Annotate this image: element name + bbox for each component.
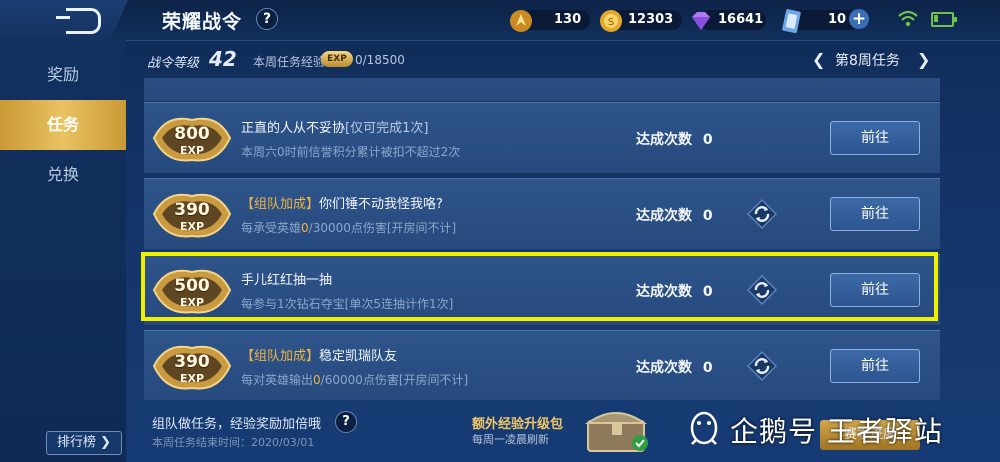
task-end-time: 本周任务结束时间：2020/03/01	[152, 436, 315, 449]
gold-counter: S 12303	[598, 8, 682, 32]
watermark: 企鹅号 王者驿站	[730, 415, 943, 448]
pass-level-value: 42	[209, 47, 237, 71]
treasure-chest-icon[interactable]	[582, 403, 652, 453]
penguin-icon	[690, 411, 718, 445]
page-title: 荣耀战令	[162, 11, 243, 33]
completion-count: 达成次数 0	[636, 205, 713, 225]
count-value: 0	[702, 132, 713, 148]
exp-badge-icon: EXP	[321, 51, 353, 67]
back-arrow-icon	[56, 8, 101, 34]
completion-count: 达成次数 0	[636, 129, 713, 149]
task-description: 每对英雄输出0/60000点伤害[开房间不计]	[241, 371, 468, 388]
task-title: 【组队加成】你们锤不动我怪我咯?	[241, 193, 443, 212]
sidebar: 奖励 任务 兑换	[0, 40, 126, 462]
exp-medal-icon	[152, 193, 232, 238]
go-button[interactable]: 前往	[830, 197, 920, 231]
task-name: 你们锤不动我怪我咯?	[319, 197, 443, 212]
exp-pack-refresh: 每周一凌晨刷新	[472, 433, 549, 446]
count-label: 达成次数	[636, 360, 692, 376]
week-exp-label: 本周任务经验	[253, 55, 326, 69]
refresh-icon[interactable]	[746, 198, 778, 230]
honor-token-counter: 130	[508, 8, 590, 32]
honor-token-value: 130	[554, 12, 582, 27]
team-bonus-tag: 【组队加成】	[241, 197, 320, 212]
desc-goal: /30000点伤害[开房间不计]	[308, 221, 457, 235]
highlight-frame	[141, 252, 938, 321]
completion-count: 达成次数 0	[636, 357, 713, 377]
count-value: 0	[702, 360, 713, 376]
next-week-button[interactable]: ❯	[917, 50, 930, 69]
diamond-icon	[692, 12, 710, 30]
team-hint: 组队做任务，经验奖励加倍哦	[152, 417, 322, 432]
desc-progress: 0	[301, 221, 309, 235]
task-row: 800 EXP 正直的人从不妥协[仅可完成1次] 本周六0时前信誉积分累计被扣不…	[144, 102, 940, 174]
voucher-card-icon	[782, 9, 801, 34]
task-list[interactable]: 800 EXP 正直的人从不妥协[仅可完成1次] 本周六0时前信誉积分累计被扣不…	[144, 78, 940, 400]
count-label: 达成次数	[636, 132, 692, 148]
top-bar: 荣耀战令 ? 130 S 12303 16641 10 +	[0, 0, 1000, 41]
add-voucher-button[interactable]: +	[849, 9, 869, 29]
task-description: 本周六0时前信誉积分累计被扣不超过2次	[241, 145, 461, 159]
refresh-icon[interactable]	[746, 350, 778, 382]
task-description: 每承受英雄0/30000点伤害[开房间不计]	[241, 219, 456, 236]
exp-medal-icon	[152, 345, 232, 390]
go-button[interactable]: 前往	[830, 121, 920, 155]
desc-text: 每承受英雄	[241, 221, 302, 235]
exp-medal-icon	[152, 117, 232, 162]
voucher-counter: 10	[778, 8, 860, 34]
wifi-icon	[898, 10, 918, 27]
voucher-value: 10	[828, 12, 847, 27]
task-row: 390 EXP 【组队加成】你们锤不动我怪我咯? 每承受英雄0/30000点伤害…	[144, 178, 940, 250]
team-bonus-tag: 【组队加成】	[241, 349, 320, 364]
diamond-value: 16641	[718, 12, 764, 27]
leaderboard-button[interactable]: 排行榜 ❯	[46, 431, 122, 455]
week-exp-progress: 0/18500	[355, 53, 405, 67]
honor-token-icon	[510, 10, 532, 32]
task-row: 390 EXP 【组队加成】稳定凯瑞队友 每对英雄输出0/60000点伤害[开房…	[144, 330, 940, 400]
diamond-counter: 16641	[688, 8, 766, 30]
gold-value: 12303	[628, 12, 674, 27]
svg-text:S: S	[608, 17, 614, 28]
sidebar-item-tasks[interactable]: 任务	[0, 100, 126, 150]
task-limit: [仅可完成1次]	[345, 121, 429, 136]
battery-icon	[931, 12, 957, 27]
desc-goal: /60000点伤害[开房间不计]	[320, 373, 469, 387]
prev-week-button[interactable]: ❮	[812, 50, 825, 69]
week-label: 第8周任务	[835, 53, 900, 69]
task-name: 稳定凯瑞队友	[319, 349, 398, 364]
desc-text: 每对英雄输出	[241, 373, 314, 387]
task-name: 正直的人从不妥协	[241, 121, 346, 136]
count-label: 达成次数	[636, 208, 692, 224]
exp-pack-title[interactable]: 额外经验升级包	[472, 413, 563, 432]
task-title: 【组队加成】稳定凯瑞队友	[241, 345, 397, 364]
help-icon[interactable]: ?	[256, 8, 278, 30]
task-row-partial	[144, 78, 940, 102]
pass-level-label: 战令等级	[147, 56, 200, 71]
go-button[interactable]: 前往	[830, 349, 920, 383]
sidebar-item-exchange[interactable]: 兑换	[0, 150, 126, 200]
desc-progress: 0	[313, 373, 321, 387]
task-title: 正直的人从不妥协[仅可完成1次]	[241, 117, 428, 136]
back-button[interactable]	[0, 0, 128, 40]
help-icon[interactable]: ?	[335, 411, 357, 433]
gold-coin-icon: S	[600, 10, 622, 32]
sidebar-item-rewards[interactable]: 奖励	[0, 50, 126, 100]
count-value: 0	[702, 208, 713, 224]
